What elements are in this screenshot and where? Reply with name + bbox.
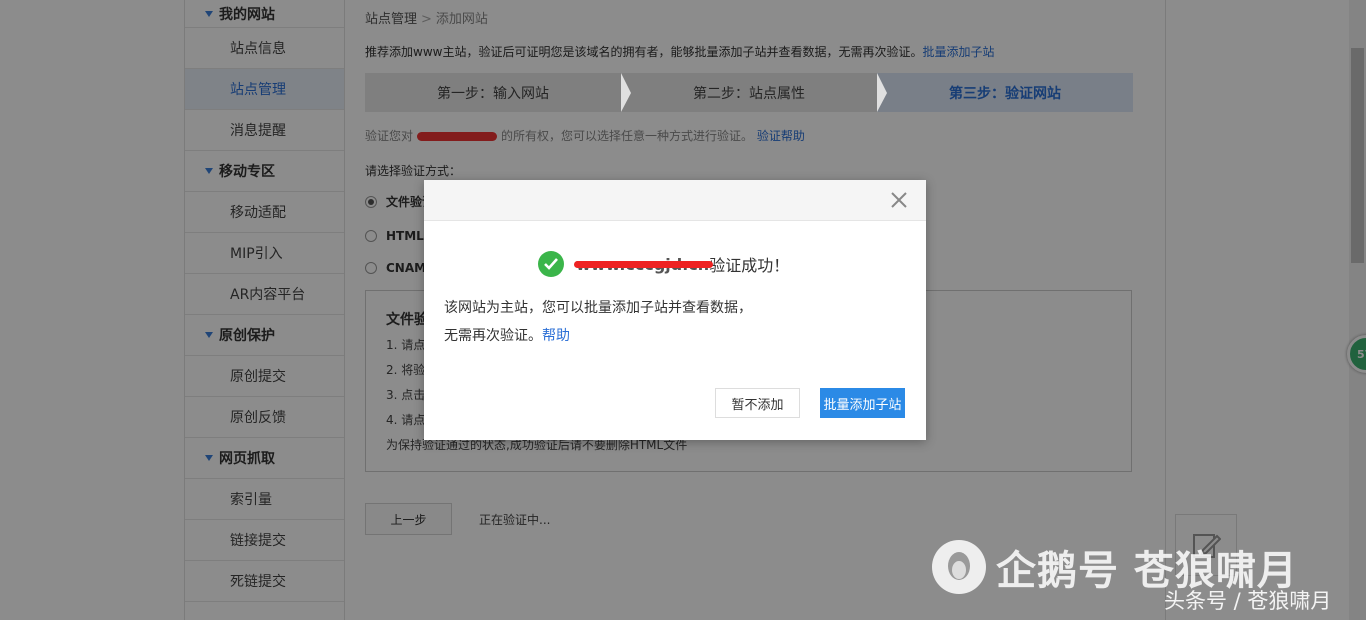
dialog-message-line2: 无需再次验证。帮助 xyxy=(444,325,570,345)
success-text: 验证成功！ xyxy=(709,256,790,275)
check-circle-icon xyxy=(538,251,564,277)
batch-add-subsite-button[interactable]: 批量添加子站 xyxy=(820,388,905,418)
checkmark-icon xyxy=(544,258,558,270)
dialog-message-line1: 该网站为主站，您可以批量添加子站并查看数据， xyxy=(444,300,752,316)
redacted-site: www.cccgjd.cn xyxy=(573,254,714,274)
success-message: www.cccgjd.cn 验证成功！ xyxy=(538,251,789,277)
step-arrow-icon xyxy=(621,73,631,112)
step-arrow-icon xyxy=(877,73,887,112)
close-icon[interactable] xyxy=(890,191,908,209)
penguin-logo-icon xyxy=(932,540,986,594)
penguin-icon xyxy=(948,552,970,580)
dialog-message-text: 无需再次验证。 xyxy=(444,328,542,344)
verification-success-dialog: www.cccgjd.cn 验证成功！ 该网站为主站，您可以批量添加子站并查看数据… xyxy=(424,180,926,440)
skip-add-button[interactable]: 暂不添加 xyxy=(715,388,800,418)
dialog-header xyxy=(424,180,926,221)
watermark-sub: 头条号 / 苍狼啸月 xyxy=(1164,589,1332,613)
help-link[interactable]: 帮助 xyxy=(542,328,570,344)
